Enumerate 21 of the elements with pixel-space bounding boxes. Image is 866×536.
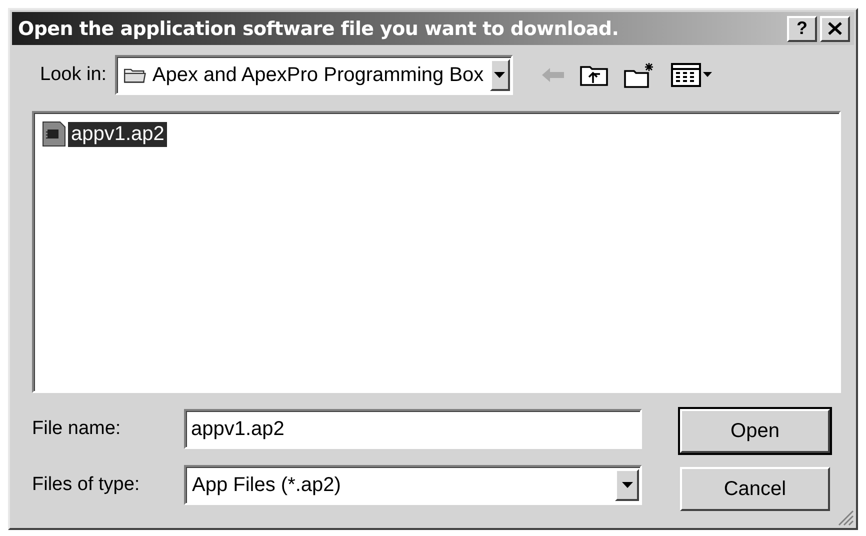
look-in-dropdown[interactable]: Apex and ApexPro Programming Box <box>114 55 513 95</box>
close-icon <box>828 22 842 35</box>
resize-grip-icon[interactable] <box>836 508 854 526</box>
up-folder-icon[interactable] <box>578 63 609 87</box>
open-button[interactable]: Open <box>680 409 830 453</box>
caret-icon <box>622 482 632 488</box>
look-in-label: Look in: <box>40 64 107 86</box>
cancel-button[interactable]: Cancel <box>680 467 830 511</box>
dropdown-button[interactable] <box>615 469 639 501</box>
file-icon <box>42 121 66 147</box>
file-type-dropdown[interactable]: App Files (*.ap2) <box>184 465 642 505</box>
help-button[interactable]: ? <box>787 16 817 42</box>
close-button[interactable] <box>820 16 850 42</box>
file-item[interactable]: appv1.ap2 <box>68 122 168 146</box>
file-name-label: File name: <box>32 418 122 440</box>
dropdown-button[interactable] <box>490 59 510 91</box>
caret-icon <box>494 72 506 78</box>
file-name-field[interactable]: appv1.ap2 <box>184 409 642 449</box>
file-type-label: Files of type: <box>32 474 141 496</box>
view-menu-icon[interactable] <box>670 62 713 88</box>
window-title: Open the application software file you want to download. <box>18 18 620 40</box>
